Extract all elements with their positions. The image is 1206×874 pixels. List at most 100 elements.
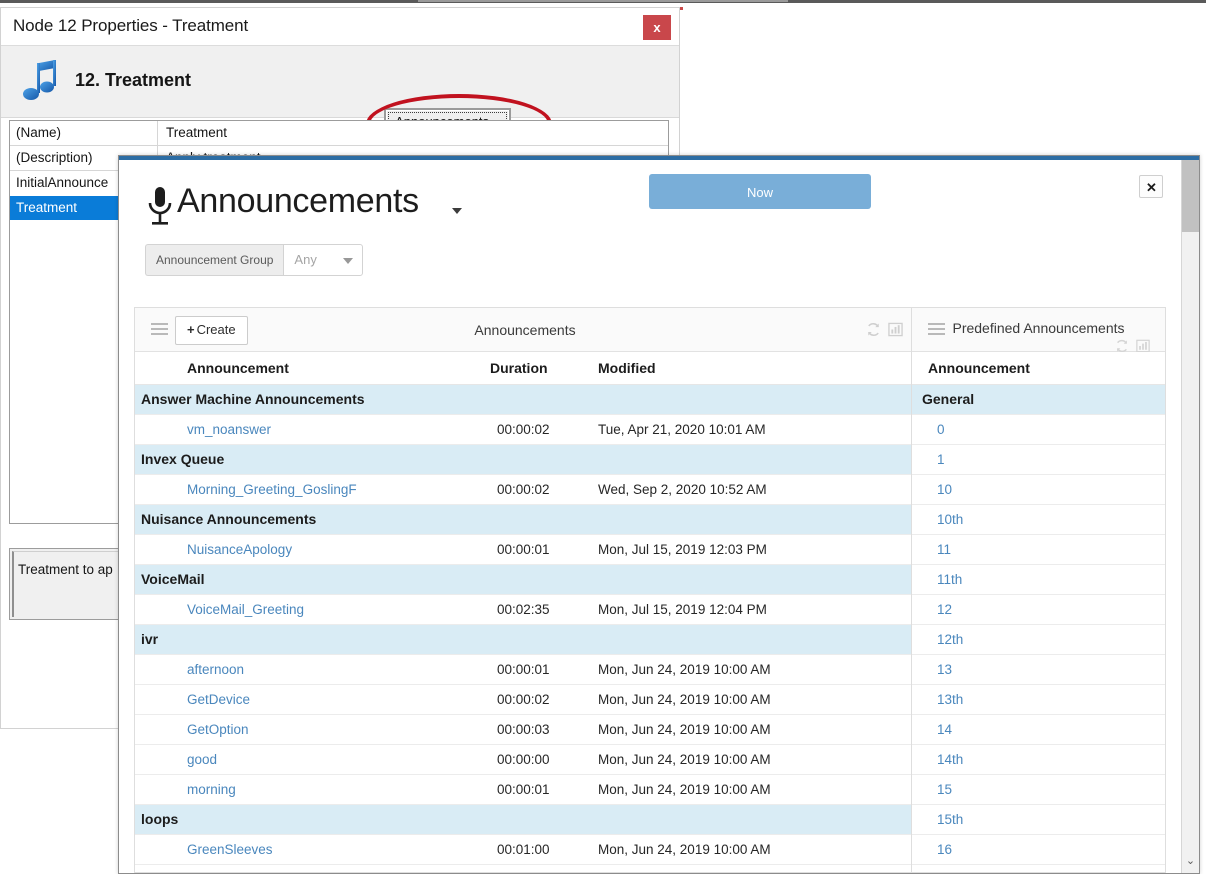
- table-group-row[interactable]: Invex Queue: [135, 445, 915, 475]
- announcement-name-link[interactable]: 14: [937, 715, 952, 744]
- modal-close-button[interactable]: ✕: [1139, 175, 1163, 198]
- announcement-name-link[interactable]: 11th: [937, 565, 962, 594]
- table-row[interactable]: 12th: [912, 625, 1165, 655]
- announcement-name-link[interactable]: 14th: [937, 745, 963, 774]
- microphone-icon: [147, 186, 173, 228]
- table-row[interactable]: morning 00:00:01 Mon, Jun 24, 2019 10:00 A…: [135, 775, 915, 805]
- table-row[interactable]: 0: [912, 415, 1165, 445]
- announcement-group-select[interactable]: Any: [283, 244, 364, 276]
- table-row[interactable]: NuisanceApology 00:00:01 Mon, Jul 15, 2019…: [135, 535, 915, 565]
- announcement-name-link[interactable]: 11: [937, 535, 951, 564]
- panel-header-icons: [866, 322, 903, 337]
- table-row[interactable]: 16: [912, 835, 1165, 865]
- table-row[interactable]: 13th: [912, 685, 1165, 715]
- modal-scrollbar-thumb[interactable]: [1182, 160, 1199, 232]
- predefined-panel-header: Predefined Announcements: [912, 308, 1165, 353]
- announcement-name-link[interactable]: 16: [937, 835, 952, 864]
- table-group-row[interactable]: ivr: [135, 625, 915, 655]
- table-row[interactable]: 11: [912, 535, 1165, 565]
- table-group-row[interactable]: Nuisance Announcements: [135, 505, 915, 535]
- create-button[interactable]: + Create: [175, 316, 248, 345]
- announcement-name-link[interactable]: good: [187, 745, 217, 774]
- announcement-name-link[interactable]: 13: [937, 655, 952, 684]
- announcement-name-link[interactable]: 10: [937, 475, 952, 504]
- announcement-modified: Mon, Jun 24, 2019 10:00 AM: [598, 842, 771, 857]
- announcement-duration: 00:00:00: [497, 752, 550, 767]
- announcement-name-link[interactable]: VoiceMail_Greeting: [187, 595, 304, 624]
- announcement-group-label: Announcement Group: [145, 244, 284, 276]
- table-row[interactable]: GreenSleeves 00:01:00 Mon, Jun 24, 2019 10…: [135, 835, 915, 865]
- announcement-modified: Wed, Sep 2, 2020 10:52 AM: [598, 482, 767, 497]
- group-label: Answer Machine Announcements: [141, 391, 365, 407]
- table-row[interactable]: vm_noanswer 00:00:02 Tue, Apr 21, 2020 10:…: [135, 415, 915, 445]
- announcement-name-link[interactable]: afternoon: [187, 655, 244, 684]
- table-group-row[interactable]: loops: [135, 805, 915, 835]
- now-button[interactable]: Now: [649, 174, 871, 209]
- group-label: VoiceMail: [141, 571, 205, 587]
- table-row[interactable]: 12: [912, 595, 1165, 625]
- column-header-announcement[interactable]: Announcement: [928, 352, 1030, 385]
- announcements-modal: Announcements Now ✕ Announcement Group A…: [118, 155, 1200, 874]
- announcement-name-link[interactable]: 15th: [937, 805, 963, 834]
- modal-scrollbar[interactable]: ⌄: [1181, 160, 1199, 873]
- table-row[interactable]: good 00:00:00 Mon, Jun 24, 2019 10:00 AM: [135, 745, 915, 775]
- table-group-row[interactable]: General: [912, 385, 1165, 415]
- announcement-duration: 00:00:02: [497, 422, 550, 437]
- table-row[interactable]: afternoon 00:00:01 Mon, Jun 24, 2019 10:00…: [135, 655, 915, 685]
- table-row[interactable]: 11th: [912, 565, 1165, 595]
- table-row[interactable]: 10th: [912, 505, 1165, 535]
- group-label: Nuisance Announcements: [141, 511, 317, 527]
- hamburger-icon[interactable]: [151, 323, 168, 336]
- bar-chart-icon[interactable]: [1136, 339, 1150, 353]
- column-header-announcement[interactable]: Announcement: [187, 352, 289, 385]
- node-window-close-button[interactable]: x: [643, 15, 671, 40]
- table-row[interactable]: 16th: [912, 865, 1165, 872]
- announcement-name-link[interactable]: 10th: [937, 505, 963, 534]
- chevron-down-icon[interactable]: [452, 208, 462, 214]
- announcement-name-link[interactable]: 1: [937, 445, 945, 474]
- table-row[interactable]: 1: [912, 445, 1165, 475]
- table-row[interactable]: 14: [912, 715, 1165, 745]
- announcement-name-link[interactable]: GreenSleeves: [187, 835, 273, 864]
- table-row[interactable]: GetDevice 00:00:02 Mon, Jun 24, 2019 10:00…: [135, 685, 915, 715]
- table-row[interactable]: 15th: [912, 805, 1165, 835]
- table-group-row[interactable]: VoiceMail: [135, 565, 915, 595]
- table-row[interactable]: Morning_Greeting_GoslingF 00:00:02 Wed, Se…: [135, 475, 915, 505]
- desktop-top-strip-gray: [418, 0, 788, 2]
- announcement-name-link[interactable]: GetOption: [187, 715, 249, 744]
- announcement-name-link[interactable]: vm_noanswer: [187, 415, 271, 444]
- announcement-name-link[interactable]: 12: [937, 595, 952, 624]
- scroll-down-arrow-icon[interactable]: ⌄: [1182, 851, 1199, 873]
- announcement-name-link[interactable]: 13th: [937, 685, 963, 714]
- announcements-panel-header: + Create Announcements: [135, 308, 915, 352]
- refresh-icon[interactable]: [1115, 339, 1129, 353]
- announcement-name-link[interactable]: 0: [937, 415, 945, 444]
- table-row[interactable]: VoiceMail_Greeting 00:02:35 Mon, Jul 15, 2…: [135, 595, 915, 625]
- column-header-modified[interactable]: Modified: [598, 352, 656, 385]
- announcement-duration: 00:00:02: [497, 482, 550, 497]
- announcement-duration: 00:00:03: [497, 722, 550, 737]
- announcement-name-link[interactable]: morning: [187, 775, 236, 804]
- announcement-name-link[interactable]: 15: [937, 775, 952, 804]
- table-row[interactable]: 14th: [912, 745, 1165, 775]
- table-row[interactable]: 10: [912, 475, 1165, 505]
- table-row[interactable]: 13: [912, 655, 1165, 685]
- create-button-label: Create: [196, 322, 236, 337]
- announcement-modified: Tue, Apr 21, 2020 10:01 AM: [598, 422, 766, 437]
- announcement-name-link[interactable]: NuisanceApology: [187, 535, 292, 564]
- announcement-name-link[interactable]: 12th: [937, 625, 963, 654]
- table-row[interactable]: (Name) Treatment: [10, 121, 668, 146]
- column-header-duration[interactable]: Duration: [490, 352, 548, 385]
- announcement-modified: Mon, Jun 24, 2019 10:00 AM: [598, 722, 771, 737]
- chevron-down-icon: [343, 258, 354, 264]
- announcement-name-link[interactable]: Morning_Greeting_GoslingF: [187, 475, 357, 504]
- refresh-icon[interactable]: [866, 322, 881, 337]
- announcement-name-link[interactable]: GetDevice: [187, 685, 250, 714]
- hamburger-icon[interactable]: [928, 323, 945, 336]
- table-row[interactable]: 15: [912, 775, 1165, 805]
- bar-chart-icon[interactable]: [888, 322, 903, 337]
- announcement-modified: Mon, Jun 24, 2019 10:00 AM: [598, 782, 771, 797]
- table-row[interactable]: GetOption 00:00:03 Mon, Jun 24, 2019 10:00…: [135, 715, 915, 745]
- table-group-row[interactable]: Answer Machine Announcements: [135, 385, 915, 415]
- announcement-name-link[interactable]: 16th: [937, 865, 963, 872]
